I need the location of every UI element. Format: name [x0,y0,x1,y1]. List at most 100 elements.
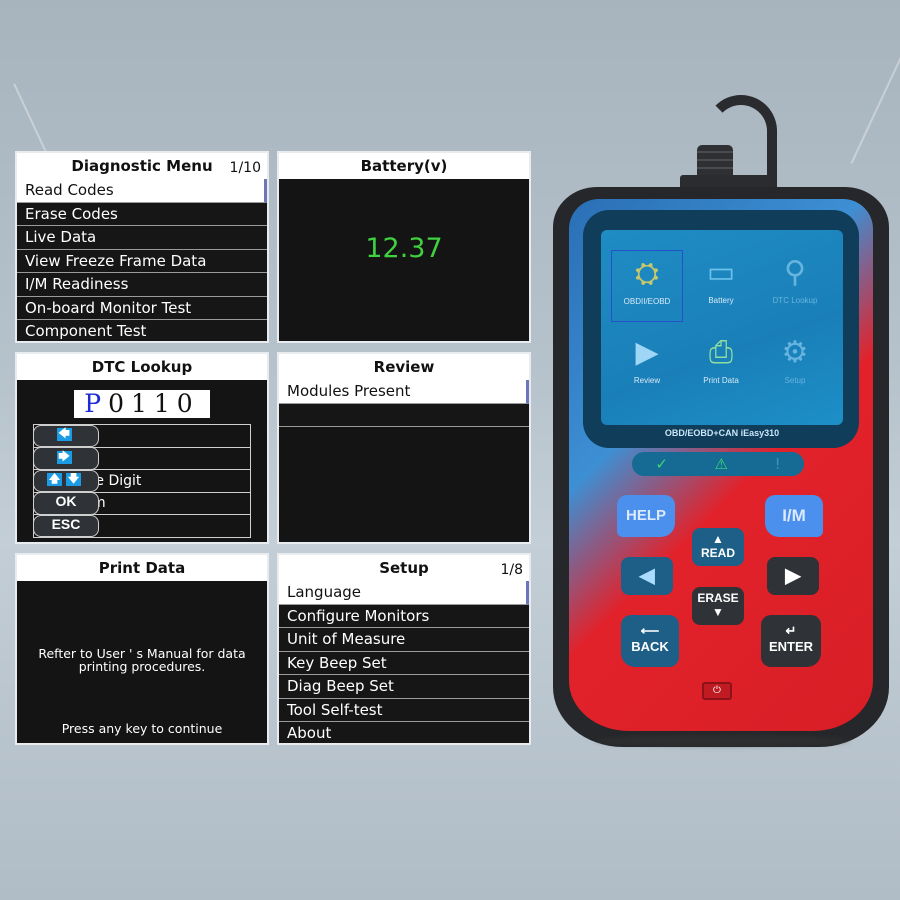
left-arrow-icon: 🡄 [56,428,72,442]
key-cell: OK [33,492,99,515]
device-reflection [595,735,850,747]
ok-check-icon: ✓ [655,455,668,473]
down-arrow-icon: 🡇 [66,473,81,487]
panel-title: Setup [379,559,429,577]
menu-item-about[interactable]: About [279,722,529,743]
app-label: Battery [708,296,734,305]
erase-down-button[interactable]: ERASE ▼ [692,587,744,625]
app-dtc-lookup[interactable]: ⚲ DTC Lookup [759,250,831,322]
review-list: Modules Present [279,380,529,427]
enter-button[interactable]: ↵ ENTER [761,615,821,667]
app-battery[interactable]: ▭ Battery [685,250,757,322]
dtc-key-legend-table: 🡄 Left 🡆 Right 🡅🡇 Change Digit OK Confir… [33,424,251,538]
menu-item-read-codes[interactable]: Read Codes [17,179,267,203]
print-instructions-line2: printing procedures. [78,659,206,674]
room-edge-line [13,83,49,157]
press-any-key-prompt: Press any key to continue [61,721,223,736]
battery-icon: ▭ [706,256,736,289]
key-cell: 🡅 🡇 [33,469,99,492]
play-icon: ▶ [635,336,659,369]
panel-header: DTC Lookup [17,354,267,380]
up-arrow-icon: ▲ [712,532,724,546]
app-label: Print Data [703,376,739,385]
app-label: OBDII/EOBD [623,297,671,306]
panel-header: Battery(v) [279,153,529,179]
panel-header: Review [279,354,529,380]
im-button[interactable]: I/M [765,495,823,537]
menu-item-tool-self-test[interactable]: Tool Self-test [279,698,529,722]
diagnostic-menu-panel: Diagnostic Menu 1/10 Read Codes Erase Co… [15,151,269,343]
warning-icon: ⚠ [714,455,728,473]
dtc-code-digits: 0110 [108,389,200,418]
table-row: ESC Exit [33,514,251,538]
back-arrow-icon: ⟵ [640,623,660,638]
magnifier-icon: ⚲ [784,256,806,289]
right-arrow-icon: 🡆 [56,450,72,464]
device-model-label: OBD/EOBD+CAN iEasy310 [664,428,780,438]
menu-item-diag-beep-set[interactable]: Diag Beep Set [279,675,529,699]
down-arrow-icon: ▼ [712,605,724,619]
menu-item-key-beep-set[interactable]: Key Beep Set [279,651,529,675]
error-icon: ! [774,455,781,473]
panel-title: Print Data [98,559,186,577]
check-engine-icon: ⛭ [635,257,659,290]
printer-icon: ⎙ [709,336,733,369]
up-arrow-icon: 🡅 [47,473,62,487]
menu-item-onboard-monitor-test[interactable]: On-board Monitor Test [17,296,267,320]
app-obd-eobd[interactable]: ⛭ OBDII/EOBD [611,250,683,322]
erase-label: ERASE [697,591,739,605]
print-data-panel: Print Data Refter to User ' s Manual for… [15,553,269,745]
menu-item-im-readiness[interactable]: I/M Readiness [17,273,267,297]
app-label: Review [633,376,661,385]
back-label: BACK [631,639,669,654]
key-cell: 🡄 [33,424,99,447]
help-button[interactable]: HELP [617,495,675,537]
gear-icon: ⚙ [781,336,809,369]
menu-item-modules-present[interactable]: Modules Present [279,380,529,404]
menu-item-live-data[interactable]: Live Data [17,226,267,250]
menu-item-unit-of-measure[interactable]: Unit of Measure [279,628,529,652]
setup-panel: Setup 1/8 Language Configure Monitors Un… [277,553,531,745]
diagnostic-menu-list: Read Codes Erase Codes Live Data View Fr… [17,179,267,341]
battery-voltage-value: 12.37 [365,233,443,264]
print-instructions: Refter to User ' s Manual for data print… [17,647,267,673]
panel-title: Diagnostic Menu [71,157,213,175]
app-review[interactable]: ▶ Review [611,330,683,402]
read-up-button[interactable]: ▲ READ [692,528,744,566]
right-button[interactable]: ▶ [767,557,819,595]
app-setup[interactable]: ⚙ Setup [759,330,831,402]
enter-label: ENTER [768,639,814,654]
enter-arrow-icon: ↵ [785,623,797,638]
key-cell: 🡆 [33,447,99,470]
panel-header: Setup 1/8 [279,555,529,581]
table-row: OK Confirm [33,491,251,515]
menu-item-view-freeze-frame-data[interactable]: View Freeze Frame Data [17,249,267,273]
menu-item-empty[interactable] [279,403,529,427]
key-cell: ESC [33,514,99,537]
dtc-code-prefix: P [84,389,109,418]
menu-item-language[interactable]: Language [279,581,529,605]
review-panel: Review Modules Present [277,352,531,544]
back-button[interactable]: ⟵ BACK [621,615,679,667]
menu-item-configure-monitors[interactable]: Configure Monitors [279,604,529,628]
read-label: READ [700,546,735,560]
setup-menu-list: Language Configure Monitors Unit of Meas… [279,581,529,743]
app-label: Setup [784,376,806,385]
menu-item-erase-codes[interactable]: Erase Codes [17,202,267,226]
obd-scanner-device: ⛭ OBDII/EOBD ▭ Battery ⚲ DTC Lookup ▶ Re… [545,95,895,815]
panel-header: Print Data [17,555,267,581]
left-button[interactable]: ◀ [621,557,673,595]
panel-header: Diagnostic Menu 1/10 [17,153,267,179]
table-row: 🡅🡇 Change Digit [33,469,251,493]
device-screen: ⛭ OBDII/EOBD ▭ Battery ⚲ DTC Lookup ▶ Re… [601,230,843,425]
app-print-data[interactable]: ⎙ Print Data [685,330,757,402]
status-led-bar: ✓ ⚠ ! [632,452,804,476]
power-button[interactable]: ⏻ [702,682,732,700]
page-count: 1/10 [229,160,261,176]
dtc-lookup-panel: DTC Lookup P0110 🡄 Left 🡆 Right 🡅🡇 Chang… [15,352,269,544]
dtc-code-input[interactable]: P0110 [74,390,210,418]
app-label: DTC Lookup [772,296,818,305]
menu-item-component-test[interactable]: Component Test [17,320,267,341]
battery-panel: Battery(v) 12.37 [277,151,531,343]
table-row: 🡆 Right [33,446,251,470]
